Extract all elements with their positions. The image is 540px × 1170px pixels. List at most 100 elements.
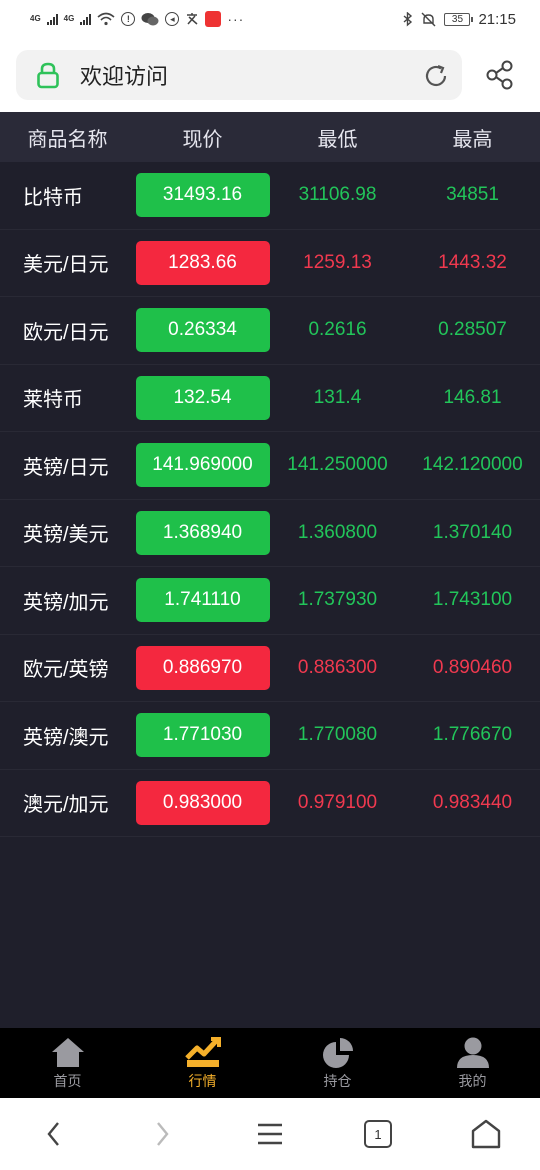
instrument-name: 英镑/日元 [23, 456, 109, 479]
column-header-low: 最低 [317, 128, 358, 151]
current-price-button[interactable]: 1.771030 [135, 713, 270, 758]
low-price: 0.2616 [308, 319, 367, 341]
low-price: 1.770080 [297, 724, 378, 746]
table-row[interactable]: 比特币 31493.16 31106.98 34851 [0, 162, 540, 230]
current-price-button[interactable]: 1.741110 [135, 578, 270, 623]
pie-chart-icon [322, 1038, 353, 1068]
current-price-button[interactable]: 141.969000 [135, 443, 270, 488]
signal-icon [80, 13, 92, 25]
instrument-name: 莱特币 [23, 389, 83, 412]
status-right: 35 21:15 [403, 11, 516, 28]
reload-icon[interactable] [422, 62, 450, 90]
share-icon[interactable] [486, 60, 514, 90]
table-row[interactable]: 美元/日元 1283.66 1259.13 1443.32 [0, 230, 540, 297]
table-row[interactable]: 英镑/美元 1.368940 1.360800 1.370140 [0, 500, 540, 567]
instrument-name: 英镑/澳元 [23, 726, 109, 749]
network-type-label: 4G [30, 14, 41, 23]
table-row[interactable]: 澳元/加元 0.983000 0.979100 0.983440 [0, 770, 540, 837]
current-price-button[interactable]: 0.983000 [135, 780, 270, 825]
sound-icon: ◂ [165, 12, 180, 26]
low-price: 31106.98 [298, 184, 377, 206]
high-price: 142.120000 [422, 454, 523, 476]
high-price: 1443.32 [438, 251, 507, 273]
current-price-button[interactable]: 0.886970 [135, 645, 270, 690]
home-outline-icon [471, 1119, 501, 1149]
instrument-name: 英镑/美元 [23, 524, 109, 547]
page-title: 欢迎访问 [80, 64, 169, 89]
status-bar: 4G 4G ! ◂ ··· 35 21:15 [0, 0, 540, 38]
table-row[interactable]: 莱特币 132.54 131.4 146.81 [0, 365, 540, 432]
high-price: 1.370140 [432, 521, 513, 543]
network-type-label: 4G [63, 14, 75, 23]
current-price-button[interactable]: 1.368940 [135, 510, 270, 555]
column-header-high: 最高 [452, 128, 493, 151]
more-notifications-icon: ··· [227, 11, 245, 27]
tab-label: 首页 [53, 1073, 82, 1089]
table-row[interactable]: 英镑/澳元 1.771030 1.770080 1.776670 [0, 702, 540, 770]
table-row[interactable]: 欧元/日元 0.26334 0.2616 0.28507 [0, 297, 540, 365]
high-price: 34851 [446, 184, 499, 206]
high-price: 146.81 [443, 386, 502, 408]
mute-bell-icon [421, 12, 436, 26]
tab-positions[interactable]: 持仓 [270, 1028, 405, 1098]
tab-home[interactable]: 首页 [0, 1028, 135, 1098]
wechat-icon [141, 12, 159, 25]
quote-list: 比特币 31493.16 31106.98 34851 美元/日元 1283.6… [0, 162, 540, 837]
table-header: 商品名称 现价 最低 最高 [0, 112, 540, 162]
low-price: 0.886300 [297, 656, 378, 678]
user-icon [456, 1037, 489, 1068]
tab-profile[interactable]: 我的 [405, 1028, 540, 1098]
bluetooth-icon [403, 11, 413, 27]
address-bar: 欢迎访问 [0, 38, 540, 112]
tab-label: 持仓 [323, 1073, 352, 1089]
current-price-button[interactable]: 0.26334 [135, 308, 270, 353]
high-price: 1.743100 [432, 589, 513, 611]
high-price: 0.890460 [432, 656, 513, 678]
translate-icon [187, 13, 198, 25]
high-price: 1.776670 [432, 724, 513, 746]
instrument-name: 美元/日元 [23, 254, 109, 277]
column-header-price: 现价 [182, 128, 223, 151]
menu-button[interactable] [216, 1122, 324, 1146]
tab-count-icon: 1 [364, 1120, 392, 1148]
signal-icon [46, 13, 58, 25]
bottom-tab-bar: 首页 行情 持仓 我的 [0, 1028, 540, 1098]
tab-label: 行情 [188, 1073, 217, 1089]
table-row[interactable]: 英镑/加元 1.741110 1.737930 1.743100 [0, 567, 540, 635]
high-price: 0.983440 [432, 791, 513, 813]
tabs-button[interactable]: 1 [324, 1120, 432, 1148]
current-price-button[interactable]: 132.54 [135, 375, 270, 420]
market-chart-icon [184, 1037, 221, 1067]
instrument-name: 澳元/加元 [23, 794, 109, 817]
instrument-name: 欧元/日元 [23, 321, 109, 344]
lock-icon [37, 62, 59, 89]
low-price: 1.737930 [297, 589, 378, 611]
column-header-name: 商品名称 [27, 128, 108, 151]
home-button[interactable] [432, 1119, 540, 1149]
status-icons: 4G 4G ! ◂ ··· [30, 11, 244, 27]
tab-count: 1 [374, 1126, 382, 1142]
home-icon [51, 1038, 84, 1067]
table-row[interactable]: 欧元/英镑 0.886970 0.886300 0.890460 [0, 635, 540, 702]
back-button[interactable] [0, 1121, 108, 1147]
wifi-icon [97, 12, 115, 26]
url-field[interactable]: 欢迎访问 [16, 50, 462, 100]
low-price: 1.360800 [297, 521, 378, 543]
low-price: 141.250000 [287, 454, 388, 476]
tab-label: 我的 [458, 1073, 487, 1089]
chevron-left-icon [47, 1122, 59, 1146]
current-price-button[interactable]: 1283.66 [135, 240, 270, 285]
system-nav-bar: 1 [0, 1098, 540, 1170]
low-price: 131.4 [313, 386, 362, 408]
instrument-name: 英镑/加元 [23, 591, 109, 614]
tab-market[interactable]: 行情 [135, 1028, 270, 1098]
menu-icon [258, 1123, 282, 1145]
table-row[interactable]: 英镑/日元 141.969000 141.250000 142.120000 [0, 432, 540, 500]
low-price: 1259.13 [303, 251, 372, 273]
instrument-name: 欧元/英镑 [23, 659, 109, 682]
instrument-name: 比特币 [23, 186, 83, 209]
low-price: 0.979100 [297, 791, 378, 813]
current-price-button[interactable]: 31493.16 [135, 173, 270, 218]
forward-button[interactable] [108, 1121, 216, 1147]
high-price: 0.28507 [438, 319, 507, 341]
